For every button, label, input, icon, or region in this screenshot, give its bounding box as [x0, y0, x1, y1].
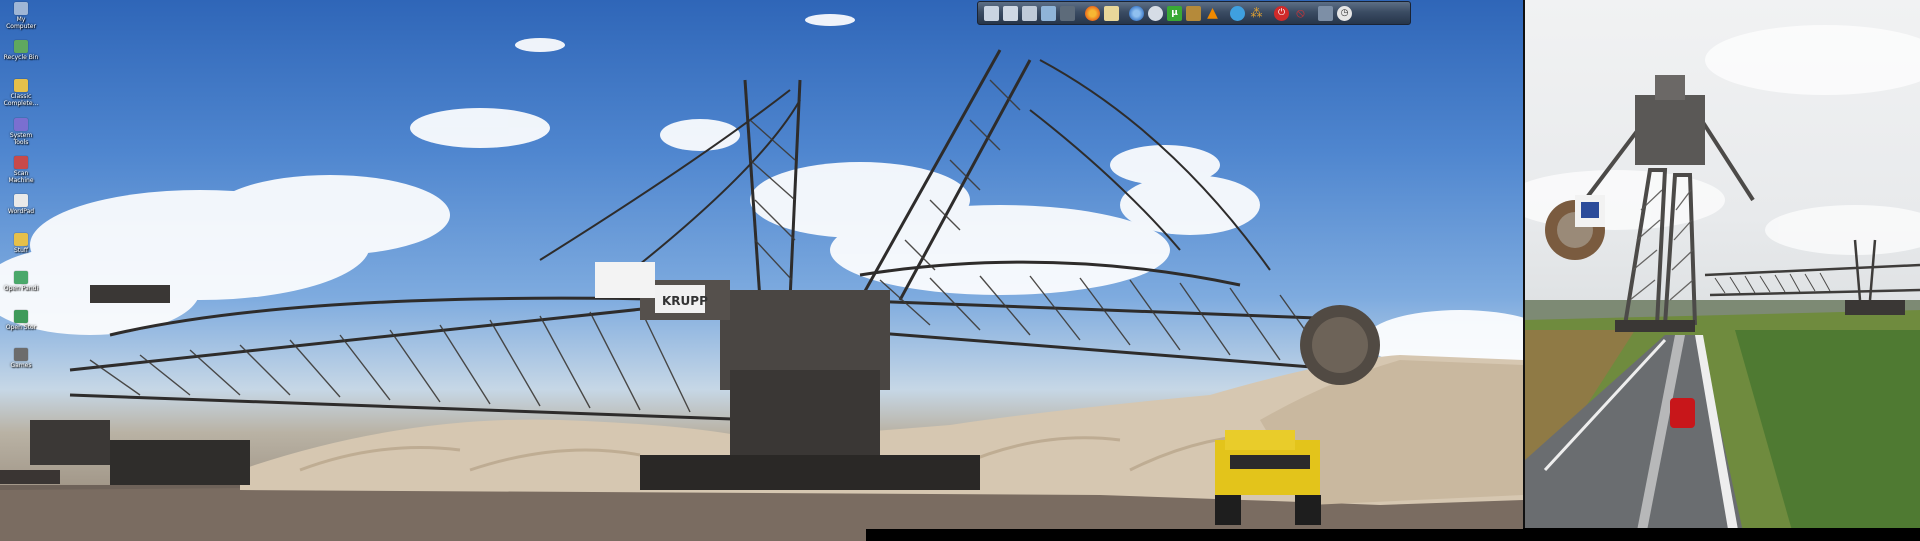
- krupp-sign: KRUPP: [662, 294, 708, 308]
- computer-icon: [14, 2, 28, 15]
- open-pandi-shortcut[interactable]: Open Pandi: [2, 271, 40, 292]
- desktop-icon-label: Open Stor: [5, 324, 37, 331]
- download-icon[interactable]: [1041, 5, 1056, 21]
- firefox-icon[interactable]: [1085, 5, 1100, 21]
- app-icon: [14, 271, 28, 284]
- desktop-icon-label: Recycle Bin: [3, 54, 39, 61]
- desktop-icon-label: WordPad: [7, 208, 35, 215]
- system-tools-shortcut[interactable]: System Tools: [2, 118, 40, 146]
- bucket-wheel-excavator-photo: KRUPP: [0, 14, 1523, 541]
- secondary-taskbar-edge: [1523, 528, 1920, 541]
- tools-icon: [14, 118, 28, 131]
- media-icon[interactable]: [1148, 5, 1163, 21]
- excavator-over-road-photo: [1525, 25, 1920, 541]
- shutdown-icon[interactable]: ⏻: [1274, 5, 1289, 21]
- recycle-bin-shortcut[interactable]: Recycle Bin: [2, 40, 40, 61]
- desktop-icon-label: Classic Complete...: [3, 93, 39, 107]
- desktop-icon-label: Scan Machine: [8, 170, 34, 184]
- wordpad-icon: [14, 194, 28, 207]
- folder-icon[interactable]: [1003, 5, 1018, 21]
- primary-desktop-wallpaper: KRUPP: [0, 0, 1523, 541]
- secondary-desktop-wallpaper: [1523, 0, 1920, 541]
- quick-launch-bar: µ ▲ ⁂ ⏻ ⦸ ◷: [977, 1, 1411, 25]
- folder-icon: [14, 79, 28, 92]
- games-icon: [14, 348, 28, 361]
- my-computer-shortcut[interactable]: My Computer: [2, 2, 40, 30]
- vlc-icon[interactable]: ▲: [1205, 6, 1220, 21]
- classic-complete-shortcut[interactable]: Classic Complete...: [2, 79, 40, 107]
- desktop-icon-label: Open Pandi: [3, 285, 39, 292]
- torrent-icon[interactable]: µ: [1167, 5, 1182, 21]
- printer-icon[interactable]: [1060, 5, 1075, 21]
- globe-icon[interactable]: [1129, 5, 1144, 21]
- taskbar-edge: [866, 529, 1523, 541]
- desktop-icon-label: Stuff: [13, 247, 29, 254]
- games-shortcut[interactable]: Games: [2, 348, 40, 369]
- monitor-icon[interactable]: [1318, 5, 1333, 21]
- clock-icon[interactable]: ◷: [1337, 5, 1352, 21]
- document-icon[interactable]: [984, 5, 999, 21]
- recycle-bin-icon: [14, 40, 28, 53]
- messenger-icon[interactable]: [1230, 5, 1245, 21]
- winrar-icon[interactable]: [1186, 5, 1201, 21]
- folder-icon: [14, 233, 28, 246]
- wordpad-shortcut[interactable]: WordPad: [2, 194, 40, 215]
- scan-machine-shortcut[interactable]: Scan Machine: [2, 156, 40, 184]
- mail-icon[interactable]: [1104, 5, 1119, 21]
- desktop-icon-label: Games: [10, 362, 32, 369]
- scanner-icon: [14, 156, 28, 169]
- desktop-icon-label: System Tools: [9, 132, 33, 146]
- network-icon[interactable]: ⁂: [1249, 6, 1264, 21]
- block-icon[interactable]: ⦸: [1293, 6, 1308, 21]
- app-icon: [14, 310, 28, 323]
- stuff-folder-shortcut[interactable]: Stuff: [2, 233, 40, 254]
- folder-open-icon[interactable]: [1022, 5, 1037, 21]
- open-stor-shortcut[interactable]: Open Stor: [2, 310, 40, 331]
- red-car: [1670, 398, 1695, 428]
- desktop-icon-label: My Computer: [6, 16, 36, 30]
